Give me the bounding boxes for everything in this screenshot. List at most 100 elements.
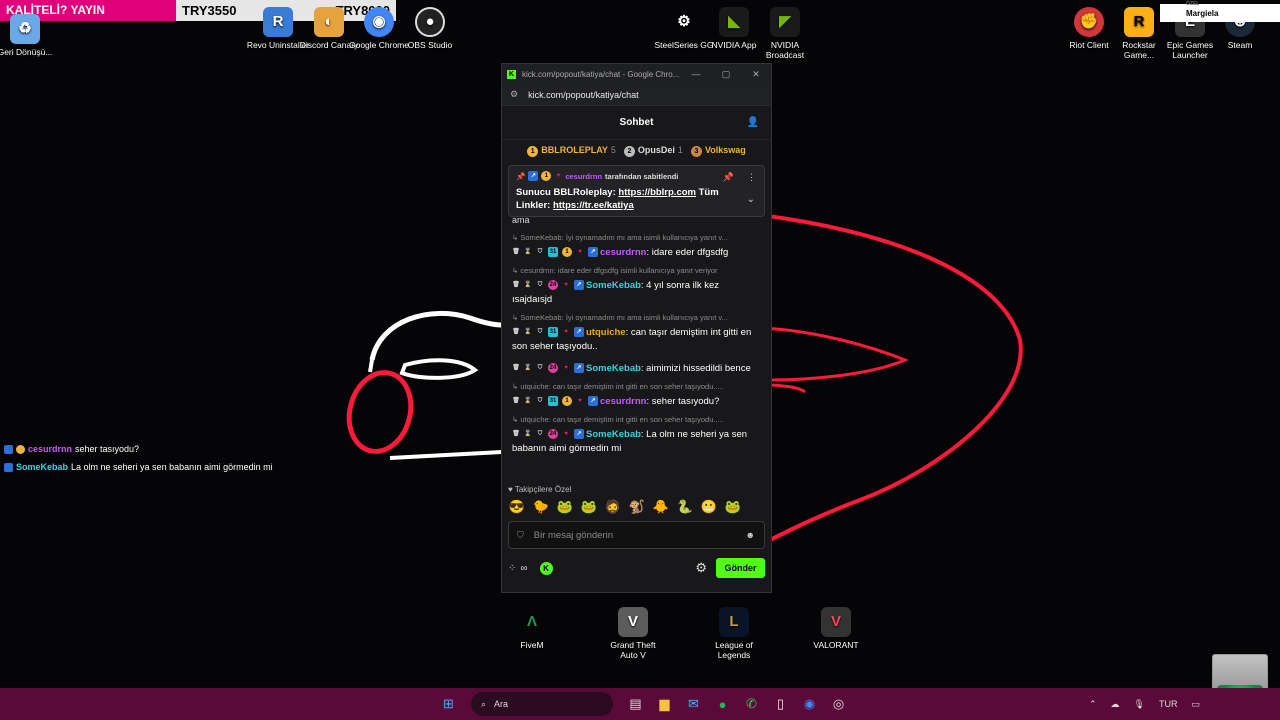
emote-icon[interactable]: 😎 <box>508 499 526 515</box>
address-bar[interactable]: ⚙ kick.com/popout/katiya/chat <box>502 84 771 106</box>
timeout-icon[interactable]: ⌛ <box>524 363 532 373</box>
close-button[interactable]: ✕ <box>741 64 771 84</box>
emote-icon[interactable]: 🐸 <box>724 499 742 515</box>
subscriber-badge-icon: 24 <box>548 280 558 291</box>
desktop-icon-fivem[interactable]: Λ FiveM <box>500 607 564 650</box>
windows-start-icon[interactable]: ⊞ <box>438 694 459 715</box>
overlay-goal-current: TRY3550 <box>182 3 237 18</box>
revo-icon: R <box>263 7 293 37</box>
site-settings-icon[interactable]: ⚙ <box>510 89 518 100</box>
emote-icon[interactable]: 🐸 <box>556 499 574 515</box>
pinned-message[interactable]: 📌 ↗ 1 ♥ cesurdrnn tarafından sabitlendi … <box>508 165 765 217</box>
trash-icon[interactable]: 🗑 <box>512 327 520 337</box>
emote-icon[interactable]: 😬 <box>700 499 718 515</box>
display-icon[interactable]: ▭ <box>1191 699 1200 710</box>
pinned-link-linktree[interactable]: https://tr.ee/katiya <box>553 200 634 211</box>
gear-icon[interactable]: ⚙ <box>695 560 707 576</box>
timeout-icon[interactable]: ⌛ <box>524 396 532 406</box>
chevron-up-icon[interactable]: ⌃ <box>1089 699 1097 710</box>
subscriber-badge-icon: 24 <box>548 363 558 374</box>
file-explorer-icon[interactable]: ▆ <box>654 694 675 715</box>
users-icon[interactable]: 👤 <box>747 117 759 128</box>
emote-icon[interactable]: 🐍 <box>676 499 694 515</box>
chat-message[interactable]: 🗑 ⌛ ⛉ 24 ♥ ↗ SomeKebab: 4 yıl sonra ilk kez ıs… <box>512 279 761 307</box>
widgets-icon[interactable]: ▤ <box>625 694 646 715</box>
taskbar-search[interactable]: ⌕ Ara <box>471 692 613 716</box>
rank-badge-icon: 2 <box>623 146 635 157</box>
trash-icon[interactable]: 🗑 <box>512 363 520 373</box>
message-actions: 🗑 ⌛ ⛉ 24 ♥ ↗ <box>512 429 584 440</box>
message-username[interactable]: SomeKebab <box>586 363 641 374</box>
emoji-picker-icon[interactable]: ☻ <box>746 530 755 540</box>
whatsapp-icon[interactable]: ✆ <box>741 694 762 715</box>
pinned-controls: 📌 ⋮ <box>723 172 756 183</box>
desktop-icon-label: FiveM <box>520 640 544 650</box>
emote-icon[interactable]: 🐒 <box>628 499 646 515</box>
kicks-icon[interactable]: ⁘ <box>508 563 516 574</box>
infinity-icon[interactable]: ∞ <box>520 563 527 574</box>
shield-icon[interactable]: ⛉ <box>517 530 524 541</box>
shield-icon[interactable]: ⛉ <box>536 429 544 439</box>
reply-context[interactable]: ↳ utquiche: can taşır demiştim int gitti… <box>512 413 761 427</box>
spotify-icon[interactable]: ● <box>712 694 733 715</box>
message-username[interactable]: SomeKebab <box>586 429 641 440</box>
desktop-icon-valorant[interactable]: V VALORANT <box>804 607 868 650</box>
desktop-icon-lol[interactable]: L League of Legends <box>702 607 766 660</box>
message-username[interactable]: cesurdrnn <box>600 396 646 407</box>
gifter-item[interactable]: 3 Volkswag <box>690 145 746 157</box>
timeout-icon[interactable]: ⌛ <box>524 429 532 439</box>
unpin-icon[interactable]: 📌 <box>723 172 734 183</box>
cloud-icon[interactable]: ☁ <box>1111 699 1120 710</box>
trash-icon[interactable]: 🗑 <box>512 396 520 406</box>
message-username[interactable]: utquiche <box>586 327 626 338</box>
obs-taskbar-icon[interactable]: ◎ <box>828 694 849 715</box>
pinned-link-bblrp[interactable]: https://bblrp.com <box>618 187 696 198</box>
emote-icon[interactable]: 🐥 <box>652 499 670 515</box>
microphone-icon[interactable]: 🎙 <box>1134 699 1145 710</box>
emote-icon[interactable]: 🧔 <box>604 499 622 515</box>
chevron-down-icon[interactable]: ⌄ <box>747 194 755 205</box>
chat-message[interactable]: 🗑 ⌛ ⛉ 31 1 ♥ ↗ cesurdrnn: idare eder dfgsdfg <box>512 246 761 260</box>
chat-message[interactable]: 🗑 ⌛ ⛉ 24 ♥ ↗ SomeKebab: La olm ne seheri ya se… <box>512 428 761 456</box>
message-username[interactable]: SomeKebab <box>586 280 641 291</box>
gifter-item[interactable]: 1 BBLROLEPLAY 5 <box>527 145 616 157</box>
minimize-button[interactable]: — <box>681 64 711 84</box>
message-input[interactable] <box>533 529 724 541</box>
emote-icon[interactable]: 🐸 <box>580 499 598 515</box>
reply-context[interactable]: ↳ SomeKebab: İyi oynamadım mı ama isimli… <box>512 311 761 325</box>
desktop-icon-recycle-bin[interactable]: ♻ Geri Dönüşü... <box>0 14 57 57</box>
chat-message[interactable]: 🗑 ⌛ ⛉ 31 1 ♥ ↗ cesurdrnn: seher tasıyodu? <box>512 395 761 409</box>
message-username[interactable]: cesurdrnn <box>600 247 646 258</box>
desktop-icon-obs[interactable]: ● OBS Studio <box>398 7 462 50</box>
shield-icon[interactable]: ⛉ <box>536 280 544 290</box>
timeout-icon[interactable]: ⌛ <box>524 280 532 290</box>
trash-icon[interactable]: 🗑 <box>512 280 520 290</box>
trash-icon[interactable]: 🗑 <box>512 429 520 439</box>
gifter-item[interactable]: 2 OpusDei 1 <box>623 145 683 157</box>
desktop-icon-gta[interactable]: V Grand Theft Auto V <box>601 607 665 660</box>
mail-icon[interactable]: ✉ <box>683 694 704 715</box>
emote-icon[interactable]: 🐤 <box>532 499 550 515</box>
reply-context[interactable]: ↳ utquiche: can taşır demiştim int gitti… <box>512 380 761 394</box>
send-button[interactable]: Gönder <box>716 558 765 578</box>
trash-icon[interactable]: 🗑 <box>512 247 520 257</box>
chat-message[interactable]: 🗑 ⌛ ⛉ 31 ♥ ↗ utquiche: can taşır demiştim int … <box>512 326 761 354</box>
shield-icon[interactable]: ⛉ <box>536 396 544 406</box>
notes-icon[interactable]: ▯ <box>770 694 791 715</box>
timeout-icon[interactable]: ⌛ <box>524 327 532 337</box>
shield-icon[interactable]: ⛉ <box>536 363 544 373</box>
language-indicator[interactable]: TUR <box>1159 699 1178 709</box>
maximize-button[interactable]: ▢ <box>711 64 741 84</box>
desktop-icon-nvidia-broadcast[interactable]: ◤ NVIDIA Broadcast <box>753 7 817 60</box>
window-title-bar[interactable]: K kick.com/popout/katiya/chat - Google C… <box>502 64 771 84</box>
chat-message[interactable]: 🗑 ⌛ ⛉ 24 ♥ ↗ SomeKebab: aimimizi hissedildi be… <box>512 362 761 376</box>
chrome-taskbar-icon[interactable]: ◉ <box>799 694 820 715</box>
nvidia-icon: ◣ <box>719 7 749 37</box>
kick-points-icon[interactable]: K <box>539 561 553 575</box>
more-options-icon[interactable]: ⋮ <box>747 172 756 183</box>
shield-icon[interactable]: ⛉ <box>536 327 544 337</box>
timeout-icon[interactable]: ⌛ <box>524 247 532 257</box>
shield-icon[interactable]: ⛉ <box>536 247 544 257</box>
reply-context[interactable]: ↳ SomeKebab: İyi oynamadım mı ama isimli… <box>512 231 761 245</box>
reply-context[interactable]: ↳ cesurdrnn: idare eder dfgsdfg isimli k… <box>512 264 761 278</box>
